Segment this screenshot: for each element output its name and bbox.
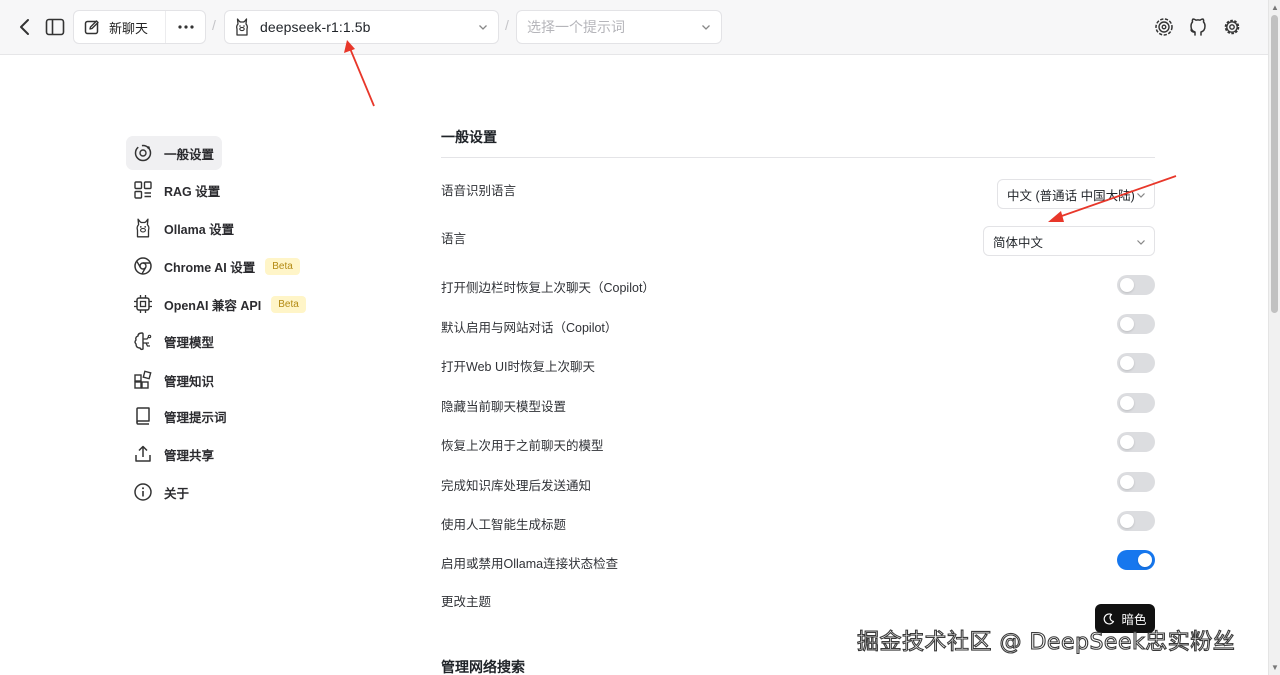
section-title: 一般设置 <box>441 129 497 145</box>
new-chat-label: 新聊天 <box>109 20 149 36</box>
chevron-down-icon <box>1137 193 1145 198</box>
nav-item-label: 管理共享 <box>164 448 215 463</box>
nav-item-label: 管理知识 <box>164 374 215 389</box>
toggle-label: 恢复上次用于之前聊天的模型 <box>441 439 604 453</box>
nav-item-label: RAG 设置 <box>164 184 221 199</box>
nav-item-label: OpenAI 兼容 API <box>164 298 262 313</box>
nav-item-chrome-ai[interactable]: Chrome AI 设置 Beta <box>126 249 300 283</box>
speech-language-select[interactable]: 中文 (普通话 中国大陆) <box>997 179 1155 209</box>
toggle-knob <box>1120 475 1134 489</box>
nav-item-label: 关于 <box>164 486 190 501</box>
theme-label: 更改主题 <box>441 595 492 609</box>
toggle-knob <box>1120 356 1134 370</box>
language-label: 语言 <box>441 232 467 246</box>
nav-item-about[interactable]: 关于 <box>126 475 189 509</box>
nav-item-manage-prompts[interactable]: 管理提示词 <box>126 399 227 433</box>
llama-icon <box>236 18 248 36</box>
toggle-label: 隐藏当前聊天模型设置 <box>441 400 567 414</box>
toggle-knob <box>1120 396 1134 410</box>
brain-icon <box>132 330 154 352</box>
section-title-web-search: 管理网络搜索 <box>441 659 525 675</box>
prompt-selector[interactable]: 选择一个提示词 <box>516 10 722 44</box>
sidebar-toggle-icon[interactable] <box>43 14 67 40</box>
chrome-icon <box>132 255 154 277</box>
nav-item-rag[interactable]: RAG 设置 <box>126 173 220 207</box>
general-settings-icon <box>132 142 154 164</box>
knowledge-notification-toggle[interactable] <box>1117 472 1155 492</box>
nav-item-openai-api[interactable]: OpenAI 兼容 API Beta <box>126 287 306 321</box>
share-icon <box>132 443 154 465</box>
llama-icon <box>132 217 154 239</box>
language-select[interactable]: 简体中文 <box>983 226 1155 256</box>
grid-icon <box>132 179 154 201</box>
restore-last-model-toggle[interactable] <box>1117 432 1155 452</box>
nav-item-label: 一般设置 <box>164 147 215 162</box>
toggle-label: 使用人工智能生成标题 <box>441 518 567 532</box>
toggle-knob <box>1120 317 1134 331</box>
toggle-knob <box>1120 435 1134 449</box>
scrollbar[interactable]: ▲ ▼ <box>1268 0 1280 675</box>
more-icon <box>177 25 194 29</box>
model-settings-icon[interactable] <box>1152 15 1176 39</box>
scroll-down-arrow[interactable]: ▼ <box>1271 663 1279 672</box>
chat-controls: 新聊天 <box>73 10 206 44</box>
more-options-button[interactable] <box>166 11 205 43</box>
new-chat-button[interactable]: 新聊天 <box>74 11 166 43</box>
restore-last-chat-webui-toggle[interactable] <box>1117 353 1155 373</box>
nav-item-label: Chrome AI 设置 <box>164 260 256 275</box>
prompt-placeholder: 选择一个提示词 <box>527 19 625 35</box>
nav-item-label: Ollama 设置 <box>164 222 235 237</box>
chevron-down-icon <box>479 25 487 30</box>
chevron-down-icon <box>702 25 710 30</box>
github-icon[interactable] <box>1186 15 1210 39</box>
beta-badge: Beta <box>265 257 300 275</box>
model-name: deepseek-r1:1.5b <box>260 19 371 35</box>
edit-icon <box>84 20 99 35</box>
toggle-label: 启用或禁用Ollama连接状态检查 <box>441 557 619 571</box>
beta-badge: Beta <box>271 295 306 313</box>
nav-item-label: 管理模型 <box>164 335 215 350</box>
blocks-icon <box>132 369 154 391</box>
restore-last-chat-sidebar-toggle[interactable] <box>1117 275 1155 295</box>
section-divider <box>441 157 1155 158</box>
book-icon <box>132 405 154 427</box>
toggle-knob <box>1120 278 1134 292</box>
scroll-up-arrow[interactable]: ▲ <box>1271 3 1279 12</box>
toggle-label: 打开Web UI时恢复上次聊天 <box>441 360 595 374</box>
language-value: 简体中文 <box>993 235 1044 250</box>
nav-item-label: 管理提示词 <box>164 410 227 425</box>
breadcrumb-separator: / <box>212 17 216 33</box>
nav-item-manage-sharing[interactable]: 管理共享 <box>126 437 214 471</box>
breadcrumb-separator: / <box>505 17 509 33</box>
speech-language-label: 语音识别语言 <box>441 184 517 198</box>
toggle-knob <box>1138 553 1152 567</box>
nav-item-ollama[interactable]: Ollama 设置 <box>126 211 234 245</box>
info-icon <box>132 481 154 503</box>
top-bar: 新聊天 / deepseek-r1:1.5b / 选择一个提示词 <box>0 0 1268 55</box>
moon-icon <box>1104 612 1115 625</box>
scroll-thumb[interactable] <box>1271 15 1278 313</box>
ollama-status-check-toggle[interactable] <box>1117 550 1155 570</box>
nav-item-general[interactable]: 一般设置 <box>126 136 222 170</box>
watermark: 掘金技术社区 @ DeepSeek忠实粉丝 <box>856 629 1236 655</box>
chip-icon <box>132 293 154 315</box>
toggle-label: 打开侧边栏时恢复上次聊天（Copilot） <box>441 281 655 295</box>
nav-item-manage-knowledge[interactable]: 管理知识 <box>126 363 214 397</box>
ai-generate-title-toggle[interactable] <box>1117 511 1155 531</box>
toggle-knob <box>1120 514 1134 528</box>
chevron-down-icon <box>1137 240 1145 245</box>
speech-language-value: 中文 (普通话 中国大陆) <box>1007 188 1135 203</box>
model-selector[interactable]: deepseek-r1:1.5b <box>224 10 499 44</box>
hide-model-settings-toggle[interactable] <box>1117 393 1155 413</box>
back-icon[interactable] <box>12 14 36 40</box>
toggle-label: 默认启用与网站对话（Copilot） <box>441 321 618 335</box>
nav-item-manage-models[interactable]: 管理模型 <box>126 324 214 358</box>
chat-with-website-toggle[interactable] <box>1117 314 1155 334</box>
toggle-label: 完成知识库处理后发送通知 <box>441 479 592 493</box>
gear-icon[interactable] <box>1220 15 1244 39</box>
